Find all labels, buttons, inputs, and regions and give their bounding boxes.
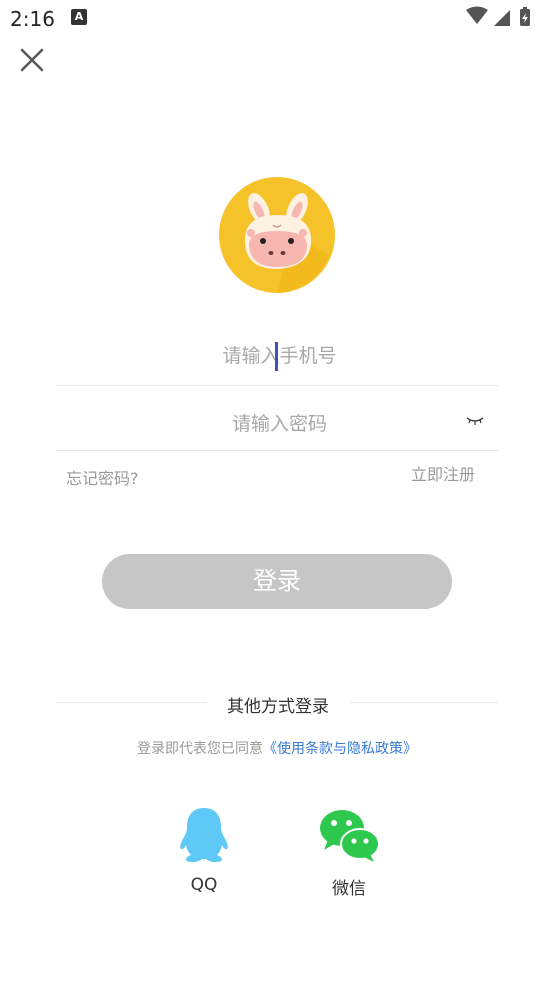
password-input[interactable] (56, 395, 503, 452)
password-field-wrap (56, 395, 503, 452)
battery-icon (520, 7, 530, 26)
eye-closed-icon[interactable] (466, 415, 484, 427)
forgot-password-link[interactable]: 忘记密码? (66, 465, 139, 489)
qq-login-button[interactable]: QQ (164, 805, 244, 895)
wifi-icon (466, 6, 488, 24)
agreement-text: 登录即代表您已同意《使用条款与隐私政策》 (0, 738, 554, 758)
close-icon[interactable] (16, 44, 48, 76)
text-caret (275, 342, 278, 371)
phone-input[interactable] (56, 325, 503, 387)
signal-icon (494, 10, 510, 26)
divider-left (56, 702, 206, 703)
notification-a-icon: A (71, 9, 87, 25)
status-time: 2:16 (10, 7, 55, 31)
login-button[interactable]: 登录 (102, 554, 452, 609)
agreement-prefix: 登录即代表您已同意 (137, 741, 263, 757)
other-login-title: 其他方式登录 (227, 697, 329, 717)
wechat-icon (320, 810, 380, 862)
status-icons (466, 6, 530, 26)
app-logo-avatar (219, 177, 335, 293)
qq-penguin-icon (180, 808, 228, 863)
qq-label: QQ (190, 875, 218, 895)
divider-right (350, 702, 498, 703)
register-link[interactable]: 立即注册 (411, 461, 475, 485)
terms-privacy-link[interactable]: 《使用条款与隐私政策》 (263, 741, 417, 757)
wechat-login-button[interactable]: 微信 (309, 808, 389, 899)
wechat-label: 微信 (332, 879, 366, 899)
